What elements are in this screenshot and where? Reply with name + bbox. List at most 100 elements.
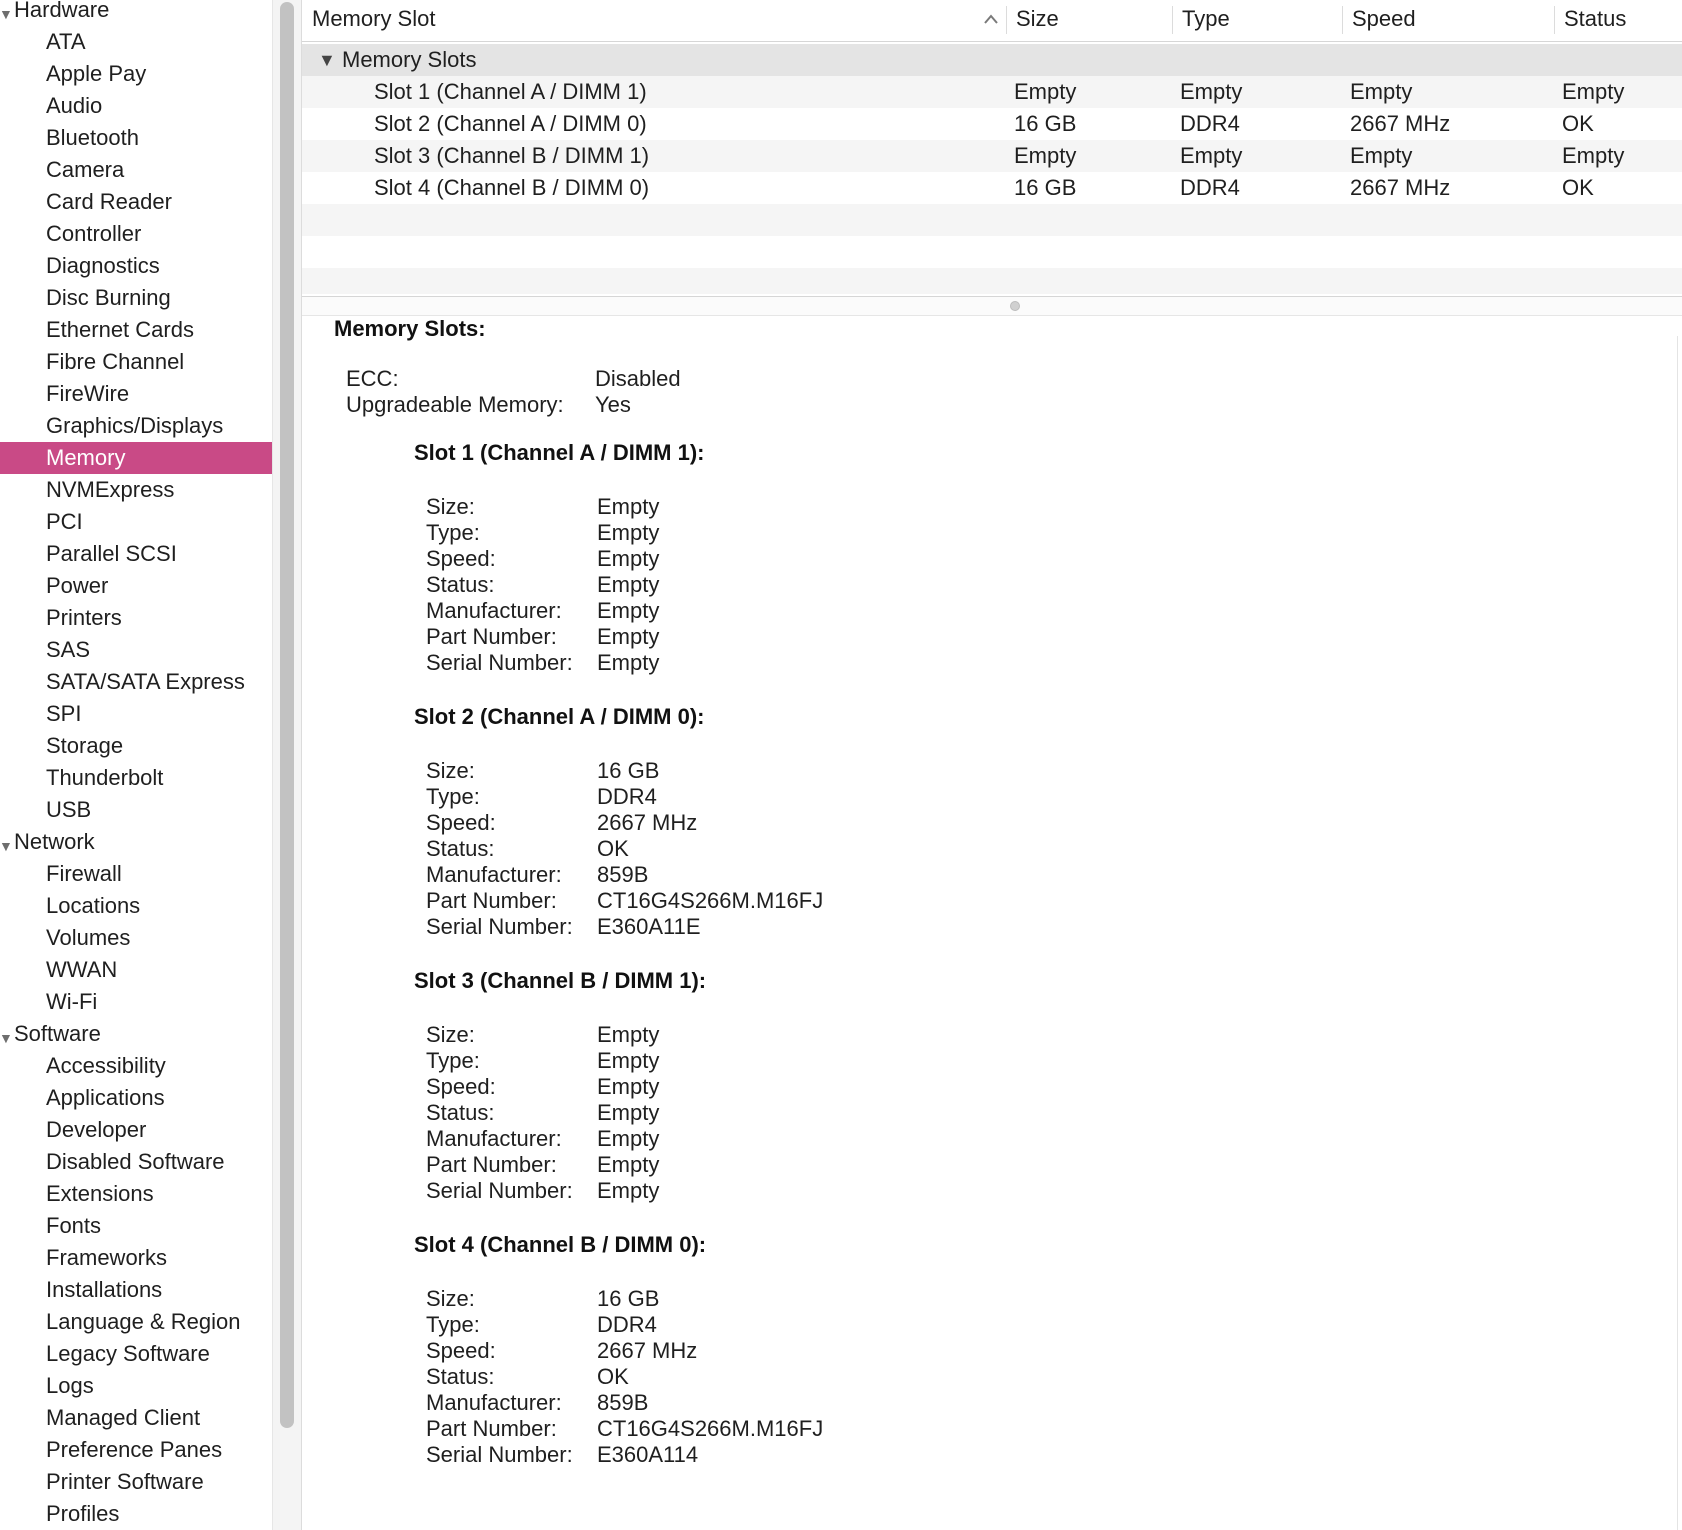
sidebar-item-preference-panes[interactable]: Preference Panes xyxy=(0,1434,272,1466)
sidebar-item-parallel-scsi[interactable]: Parallel SCSI xyxy=(0,538,272,570)
sidebar-item-disabled-software[interactable]: Disabled Software xyxy=(0,1146,272,1178)
sidebar-group-hardware[interactable]: ▼ Hardware xyxy=(0,0,272,26)
slot-detail-title: Slot 2 (Channel A / DIMM 0): xyxy=(414,704,705,729)
cell-slot: Slot 1 (Channel A / DIMM 1) xyxy=(374,79,647,104)
slot-field: Speed: Empty xyxy=(426,1074,1126,1100)
sidebar-item-firewire[interactable]: FireWire xyxy=(0,378,272,410)
field-value: Empty xyxy=(597,1178,660,1203)
field-value: Empty xyxy=(597,1074,660,1099)
sidebar-item-managed-client[interactable]: Managed Client xyxy=(0,1402,272,1434)
table-group-row[interactable]: ▼ Memory Slots xyxy=(302,44,1682,76)
field-value: 859B xyxy=(597,862,649,887)
table-row[interactable]: Slot 4 (Channel B / DIMM 0) 16 GB DDR4 2667… xyxy=(302,172,1682,204)
sidebar-item-power[interactable]: Power xyxy=(0,570,272,602)
sidebar-group-network[interactable]: ▼ Network xyxy=(0,826,272,858)
sidebar-item-audio[interactable]: Audio xyxy=(0,90,272,122)
column-header-memory-slot[interactable]: Memory Slot xyxy=(302,0,952,41)
column-header-speed[interactable]: Speed xyxy=(1342,0,1554,41)
sidebar-item-developer[interactable]: Developer xyxy=(0,1114,272,1146)
sidebar-scrollbar[interactable] xyxy=(272,0,302,1530)
sidebar-item-language-region[interactable]: Language & Region xyxy=(0,1306,272,1338)
cell-type: DDR4 xyxy=(1180,111,1240,136)
sidebar-item-locations[interactable]: Locations xyxy=(0,890,272,922)
sidebar-item-firewall[interactable]: Firewall xyxy=(0,858,272,890)
sidebar-item-logs[interactable]: Logs xyxy=(0,1370,272,1402)
cell-status: OK xyxy=(1562,111,1594,136)
sidebar-item-sata-sata-express[interactable]: SATA/SATA Express xyxy=(0,666,272,698)
sidebar-item-card-reader[interactable]: Card Reader xyxy=(0,186,272,218)
field-label: Status: xyxy=(426,1364,495,1389)
field-value: Empty xyxy=(597,546,660,571)
sidebar-item-camera[interactable]: Camera xyxy=(0,154,272,186)
sidebar-item-pci[interactable]: PCI xyxy=(0,506,272,538)
sidebar-group-software[interactable]: ▼ Software xyxy=(0,1018,272,1050)
sidebar-item-wwan[interactable]: WWAN xyxy=(0,954,272,986)
empty-table-row xyxy=(302,268,1682,294)
cell-slot: Slot 2 (Channel A / DIMM 0) xyxy=(374,111,647,136)
sidebar-group-label: Network xyxy=(14,829,95,854)
field-label: Size: xyxy=(426,494,475,519)
table-row[interactable]: Slot 2 (Channel A / DIMM 0) 16 GB DDR4 2667… xyxy=(302,108,1682,140)
sidebar-item-sas[interactable]: SAS xyxy=(0,634,272,666)
slot-field: Status: Empty xyxy=(426,572,1126,598)
table-row[interactable]: Slot 3 (Channel B / DIMM 1) Empty Empty Emp… xyxy=(302,140,1682,172)
sidebar-item-thunderbolt[interactable]: Thunderbolt xyxy=(0,762,272,794)
column-header-size[interactable]: Size xyxy=(1006,0,1172,41)
field-label: Manufacturer: xyxy=(426,1390,562,1415)
field-label: Status: xyxy=(426,572,495,597)
cell-status: Empty xyxy=(1562,143,1625,168)
slot-field: Manufacturer: Empty xyxy=(426,598,1126,624)
slot-detail-title: Slot 4 (Channel B / DIMM 0): xyxy=(414,1232,707,1257)
sidebar-item-printer-software[interactable]: Printer Software xyxy=(0,1466,272,1498)
column-header-type[interactable]: Type xyxy=(1172,0,1342,41)
chevron-up-icon[interactable] xyxy=(982,11,1000,27)
sidebar-item-diagnostics[interactable]: Diagnostics xyxy=(0,250,272,282)
sidebar-item-fibre-channel[interactable]: Fibre Channel xyxy=(0,346,272,378)
column-header-status[interactable]: Status xyxy=(1554,0,1682,41)
field-label: Status: xyxy=(426,836,495,861)
sidebar-item-usb[interactable]: USB xyxy=(0,794,272,826)
sidebar-item-apple-pay[interactable]: Apple Pay xyxy=(0,58,272,90)
sidebar-item-spi[interactable]: SPI xyxy=(0,698,272,730)
sidebar-item-ethernet-cards[interactable]: Ethernet Cards xyxy=(0,314,272,346)
field-value: OK xyxy=(597,1364,629,1389)
slot-field: Size: Empty xyxy=(426,494,1126,520)
sidebar-item-storage[interactable]: Storage xyxy=(0,730,272,762)
sidebar-item-volumes[interactable]: Volumes xyxy=(0,922,272,954)
field-value: Empty xyxy=(597,1100,660,1125)
sidebar-item-memory[interactable]: Memory xyxy=(0,442,272,474)
slot-field: Size: 16 GB xyxy=(426,758,1126,784)
slot-field: Speed: Empty xyxy=(426,546,1126,572)
sidebar-item-accessibility[interactable]: Accessibility xyxy=(0,1050,272,1082)
cell-size: Empty xyxy=(1014,79,1077,104)
sidebar-item-frameworks[interactable]: Frameworks xyxy=(0,1242,272,1274)
sidebar-item-bluetooth[interactable]: Bluetooth xyxy=(0,122,272,154)
sidebar-item-controller[interactable]: Controller xyxy=(0,218,272,250)
sidebar-item-legacy-software[interactable]: Legacy Software xyxy=(0,1338,272,1370)
group-label: Memory Slots xyxy=(342,47,477,72)
sidebar-scrollbar-thumb[interactable] xyxy=(280,2,294,1428)
disclosure-triangle-icon[interactable]: ▼ xyxy=(318,44,336,76)
cell-speed: Empty xyxy=(1350,79,1413,104)
sidebar-item-wi-fi[interactable]: Wi-Fi xyxy=(0,986,272,1018)
splitter-handle-icon[interactable] xyxy=(1010,301,1020,311)
sidebar-item-profiles[interactable]: Profiles xyxy=(0,1498,272,1530)
field-label: Part Number: xyxy=(426,1152,557,1177)
slot-field: Part Number: CT16G4S266M.M16FJ xyxy=(426,1416,1126,1442)
sidebar-item-ata[interactable]: ATA xyxy=(0,26,272,58)
sidebar-item-nvmexpress[interactable]: NVMExpress xyxy=(0,474,272,506)
sidebar-item-installations[interactable]: Installations xyxy=(0,1274,272,1306)
table-row[interactable]: Slot 1 (Channel A / DIMM 1) Empty Empty Emp… xyxy=(302,76,1682,108)
sidebar-item-graphics-displays[interactable]: Graphics/Displays xyxy=(0,410,272,442)
field-value: 2667 MHz xyxy=(597,1338,698,1363)
sidebar-item-extensions[interactable]: Extensions xyxy=(0,1178,272,1210)
detail-pane: Memory Slots: ECC: Disabled Upgradeable Me… xyxy=(302,316,1682,1530)
sidebar-item-fonts[interactable]: Fonts xyxy=(0,1210,272,1242)
split-view-divider[interactable] xyxy=(302,296,1682,316)
sidebar-item-applications[interactable]: Applications xyxy=(0,1082,272,1114)
slot-detail-title: Slot 3 (Channel B / DIMM 1): xyxy=(414,968,707,993)
sidebar-item-disc-burning[interactable]: Disc Burning xyxy=(0,282,272,314)
slot-field: Part Number: Empty xyxy=(426,624,1126,650)
field-label: Size: xyxy=(426,1286,475,1311)
sidebar-item-printers[interactable]: Printers xyxy=(0,602,272,634)
